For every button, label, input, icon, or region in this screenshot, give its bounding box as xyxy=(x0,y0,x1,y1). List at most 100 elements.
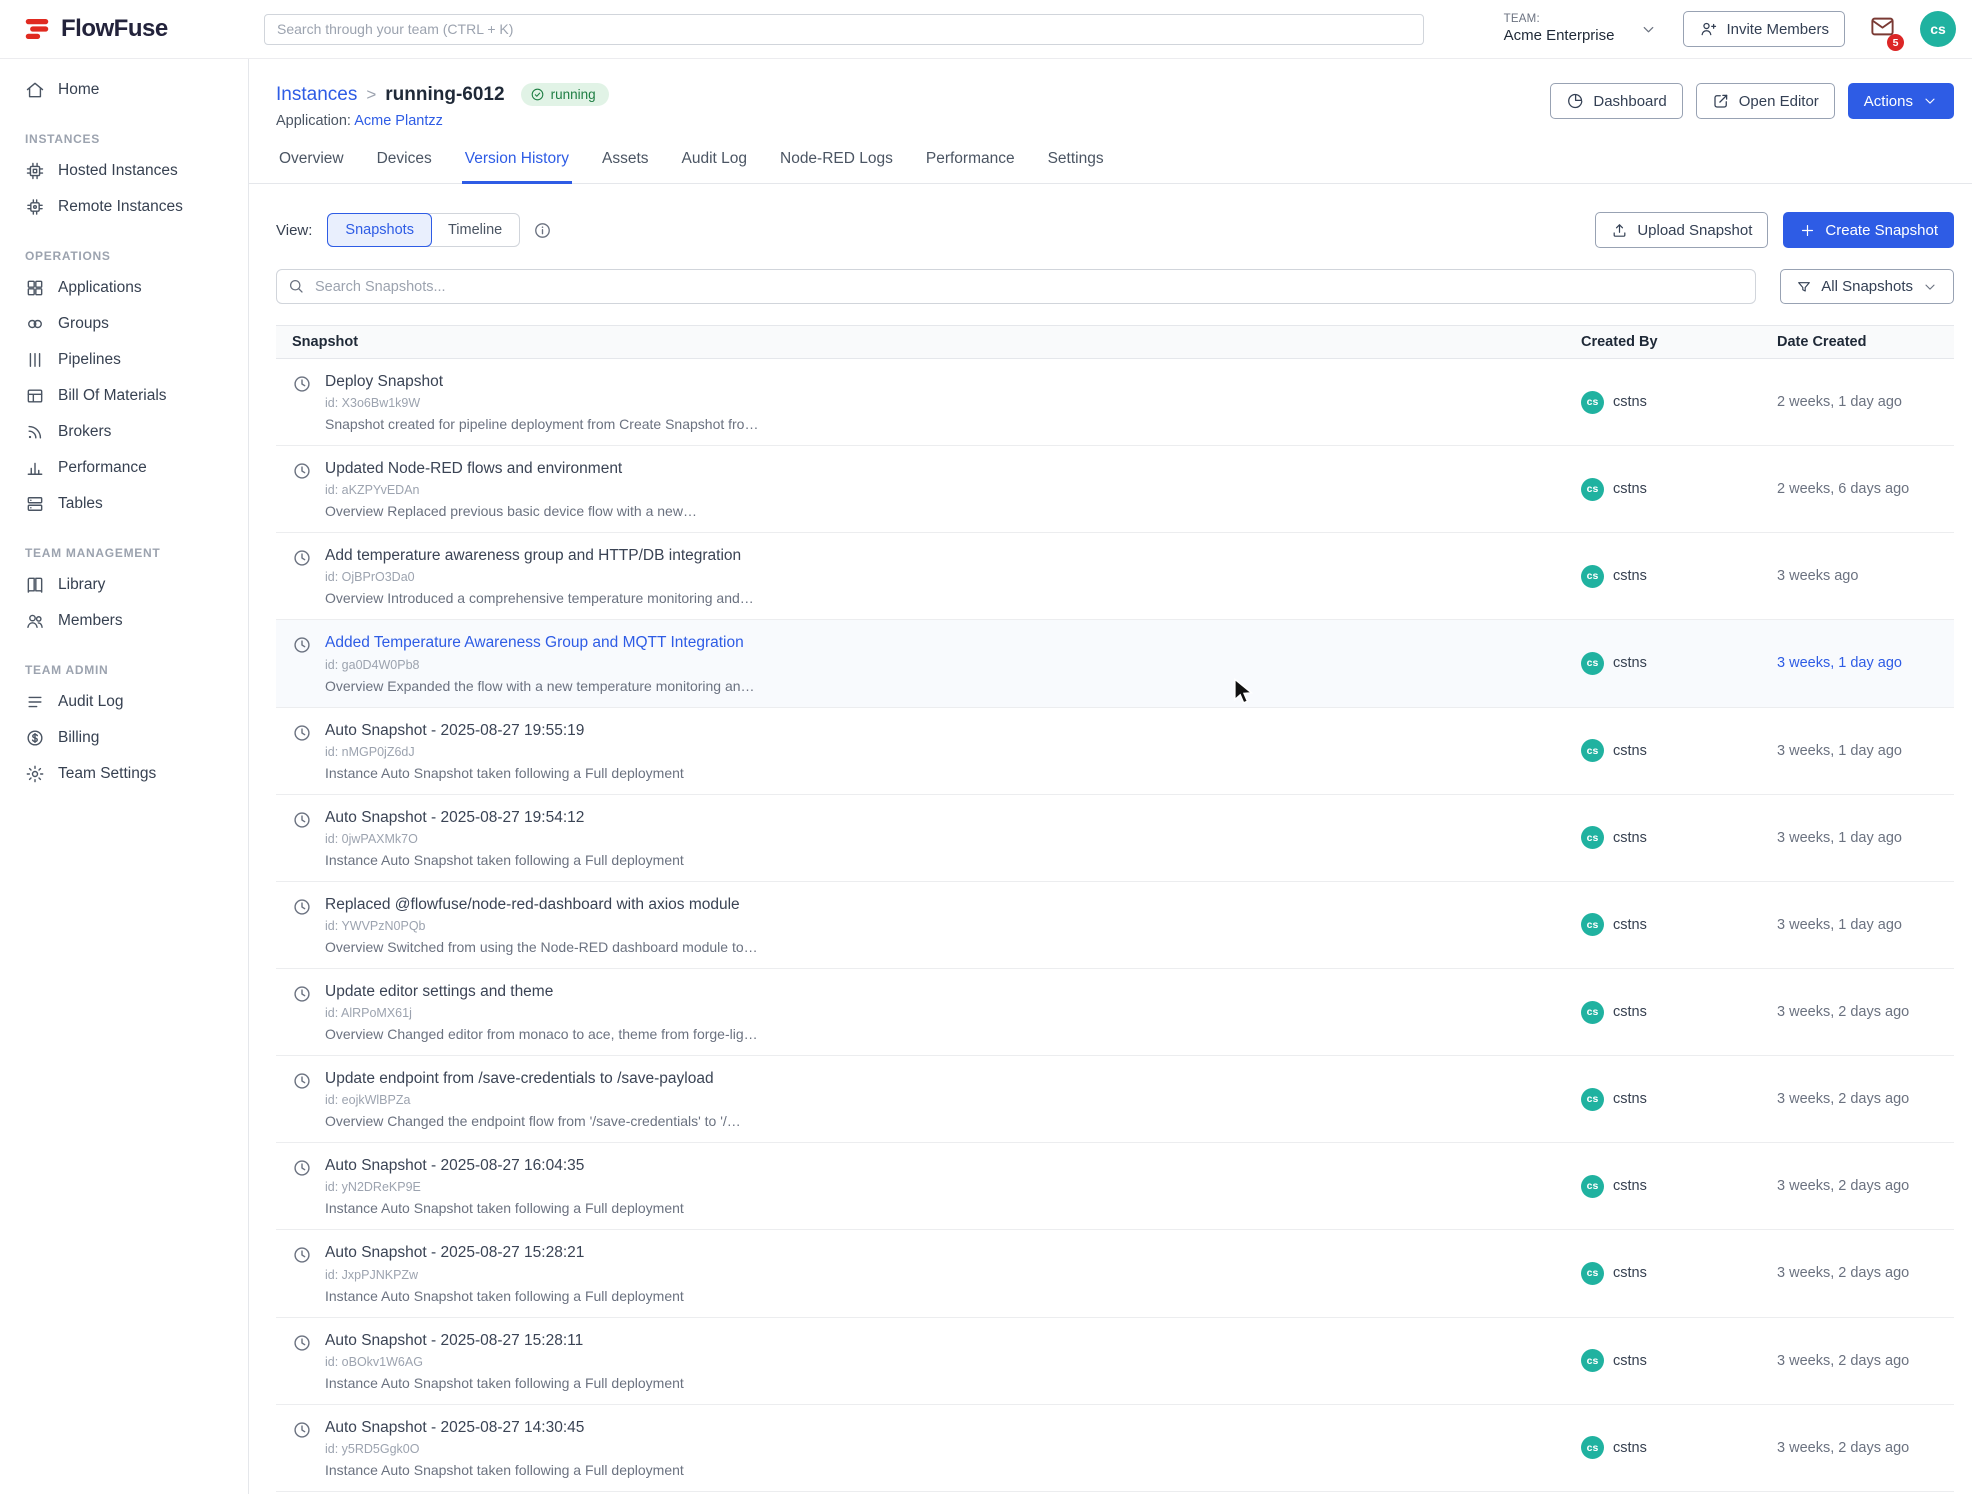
funnel-icon xyxy=(1796,279,1812,295)
snapshot-filter-dropdown[interactable]: All Snapshots xyxy=(1780,269,1954,304)
global-search xyxy=(264,14,1424,45)
table-row[interactable]: Replaced @flowfuse/node-red-dashboard wi… xyxy=(276,882,1954,969)
snapshot-search-input[interactable] xyxy=(276,269,1756,304)
sidebar-item-applications[interactable]: Applications xyxy=(0,270,248,306)
table-grid-icon xyxy=(25,386,45,406)
snapshot-title: Auto Snapshot - 2025-08-27 15:28:21 xyxy=(325,1243,684,1263)
snapshot-description: Instance Auto Snapshot taken following a… xyxy=(325,1200,684,1216)
tab[interactable]: Settings xyxy=(1045,138,1107,184)
chip-icon xyxy=(25,161,45,181)
date-created-cell: 2 weeks, 6 days ago xyxy=(1777,459,1954,519)
sidebar-item-home[interactable]: Home xyxy=(0,72,248,108)
date-created-cell: 3 weeks, 1 day ago xyxy=(1777,721,1954,781)
date-created-cell: 3 weeks, 2 days ago xyxy=(1777,1418,1954,1478)
date-created-cell: 3 weeks, 2 days ago xyxy=(1777,982,1954,1042)
snapshot-cell: Replaced @flowfuse/node-red-dashboard wi… xyxy=(276,895,1581,955)
sidebar-item-label: Members xyxy=(58,612,123,630)
status-badge-label: running xyxy=(551,87,596,102)
table-row[interactable]: Update endpoint from /save-credentials t… xyxy=(276,1056,1954,1143)
flowfuse-logo[interactable]: FlowFuse xyxy=(0,14,249,44)
table-row[interactable]: Auto Snapshot - 2025-08-27 14:30:45 id: … xyxy=(276,1405,1954,1492)
tab[interactable]: Devices xyxy=(374,138,435,184)
create-snapshot-button[interactable]: Create Snapshot xyxy=(1783,212,1954,248)
tab[interactable]: Performance xyxy=(923,138,1018,184)
breadcrumb-instances-link[interactable]: Instances xyxy=(276,84,357,106)
created-by-cell: cs cstns xyxy=(1581,982,1777,1042)
timeline-toggle[interactable]: Timeline xyxy=(430,213,520,247)
clock-icon xyxy=(292,374,312,394)
table-row[interactable]: Auto Snapshot - 2025-08-27 15:28:21 id: … xyxy=(276,1230,1954,1317)
table-row[interactable]: Added Temperature Awareness Group and MQ… xyxy=(276,620,1954,707)
info-icon[interactable] xyxy=(533,221,552,240)
sidebar-item-label: Tables xyxy=(58,495,103,513)
snapshots-toggle[interactable]: Snapshots xyxy=(327,213,432,247)
groups-icon xyxy=(25,314,45,334)
snapshot-cell: Auto Snapshot - 2025-08-27 19:55:19 id: … xyxy=(276,721,1581,781)
table-row[interactable]: Deploy Snapshot id: X3o6Bw1k9W Snapshot … xyxy=(276,359,1954,446)
table-row[interactable]: Update editor settings and theme id: AlR… xyxy=(276,969,1954,1056)
author-name: cstns xyxy=(1613,568,1647,584)
tab[interactable]: Overview xyxy=(276,138,347,184)
snapshot-id: id: yN2DReKP9E xyxy=(325,1180,684,1194)
tab[interactable]: Audit Log xyxy=(679,138,751,184)
snapshot-id: id: aKZPYvEDAn xyxy=(325,483,697,497)
sidebar: Home INSTANCES Hosted Instances Remote I… xyxy=(0,59,249,1494)
snapshot-title: Update endpoint from /save-credentials t… xyxy=(325,1069,741,1089)
notification-badge: 5 xyxy=(1887,34,1904,51)
created-by-cell: cs cstns xyxy=(1581,1418,1777,1478)
sidebar-item-team-settings[interactable]: Team Settings xyxy=(0,756,248,792)
snapshot-title: Auto Snapshot - 2025-08-27 19:55:19 xyxy=(325,721,684,741)
sidebar-item-bill-of-materials[interactable]: Bill Of Materials xyxy=(0,378,248,414)
sidebar-item-label: Applications xyxy=(58,279,142,297)
sidebar-item-label: Billing xyxy=(58,729,99,747)
table-row[interactable]: Auto Snapshot - 2025-08-27 15:28:11 id: … xyxy=(276,1318,1954,1405)
sidebar-item-pipelines[interactable]: Pipelines xyxy=(0,342,248,378)
sidebar-item-hosted-instances[interactable]: Hosted Instances xyxy=(0,153,248,189)
author-avatar: cs xyxy=(1581,1001,1604,1024)
pie-chart-icon xyxy=(1566,92,1584,110)
author-avatar: cs xyxy=(1581,652,1604,675)
sidebar-item-billing[interactable]: Billing xyxy=(0,720,248,756)
sidebar-item-performance[interactable]: Performance xyxy=(0,450,248,486)
author-avatar: cs xyxy=(1581,913,1604,936)
grid-icon xyxy=(25,278,45,298)
sidebar-item-library[interactable]: Library xyxy=(0,567,248,603)
date-created-cell: 3 weeks, 2 days ago xyxy=(1777,1069,1954,1129)
table-row[interactable]: Auto Snapshot - 2025-08-27 19:54:12 id: … xyxy=(276,795,1954,882)
view-label: View: xyxy=(276,222,312,239)
sidebar-item-remote-instances[interactable]: Remote Instances xyxy=(0,189,248,225)
clock-icon xyxy=(292,1158,312,1178)
actions-button[interactable]: Actions xyxy=(1848,83,1954,119)
sidebar-item-audit-log[interactable]: Audit Log xyxy=(0,684,248,720)
author-name: cstns xyxy=(1613,743,1647,759)
invite-members-label: Invite Members xyxy=(1726,21,1829,38)
application-link[interactable]: Acme Plantzz xyxy=(354,113,443,129)
sidebar-item-groups[interactable]: Groups xyxy=(0,306,248,342)
snapshot-description: Overview Changed editor from monaco to a… xyxy=(325,1026,758,1042)
created-by-cell: cs cstns xyxy=(1581,1156,1777,1216)
open-editor-button[interactable]: Open Editor xyxy=(1696,83,1835,119)
table-row[interactable]: Auto Snapshot - 2025-08-27 19:55:19 id: … xyxy=(276,708,1954,795)
snapshot-search xyxy=(276,269,1756,304)
table-row[interactable]: Auto Snapshot - 2025-08-27 16:04:35 id: … xyxy=(276,1143,1954,1230)
user-avatar[interactable]: cs xyxy=(1920,11,1956,47)
invite-members-button[interactable]: Invite Members xyxy=(1683,11,1845,47)
created-by-cell: cs cstns xyxy=(1581,721,1777,781)
upload-snapshot-button[interactable]: Upload Snapshot xyxy=(1595,212,1768,248)
search-icon xyxy=(287,277,305,295)
tab[interactable]: Node-RED Logs xyxy=(777,138,896,184)
tab[interactable]: Assets xyxy=(599,138,652,184)
created-by-cell: cs cstns xyxy=(1581,1243,1777,1303)
sidebar-item-tables[interactable]: Tables xyxy=(0,486,248,522)
column-created-by: Created By xyxy=(1581,334,1777,350)
table-row[interactable]: Updated Node-RED flows and environment i… xyxy=(276,446,1954,533)
global-search-input[interactable] xyxy=(264,14,1424,45)
sidebar-item-brokers[interactable]: Brokers xyxy=(0,414,248,450)
dashboard-button[interactable]: Dashboard xyxy=(1550,83,1682,119)
column-snapshot: Snapshot xyxy=(276,334,1581,350)
team-selector[interactable]: TEAM: Acme Enterprise xyxy=(1504,12,1658,45)
table-row[interactable]: Add temperature awareness group and HTTP… xyxy=(276,533,1954,620)
tab[interactable]: Version History xyxy=(462,138,572,184)
sidebar-item-members[interactable]: Members xyxy=(0,603,248,639)
notifications-button[interactable]: 5 xyxy=(1869,13,1896,45)
